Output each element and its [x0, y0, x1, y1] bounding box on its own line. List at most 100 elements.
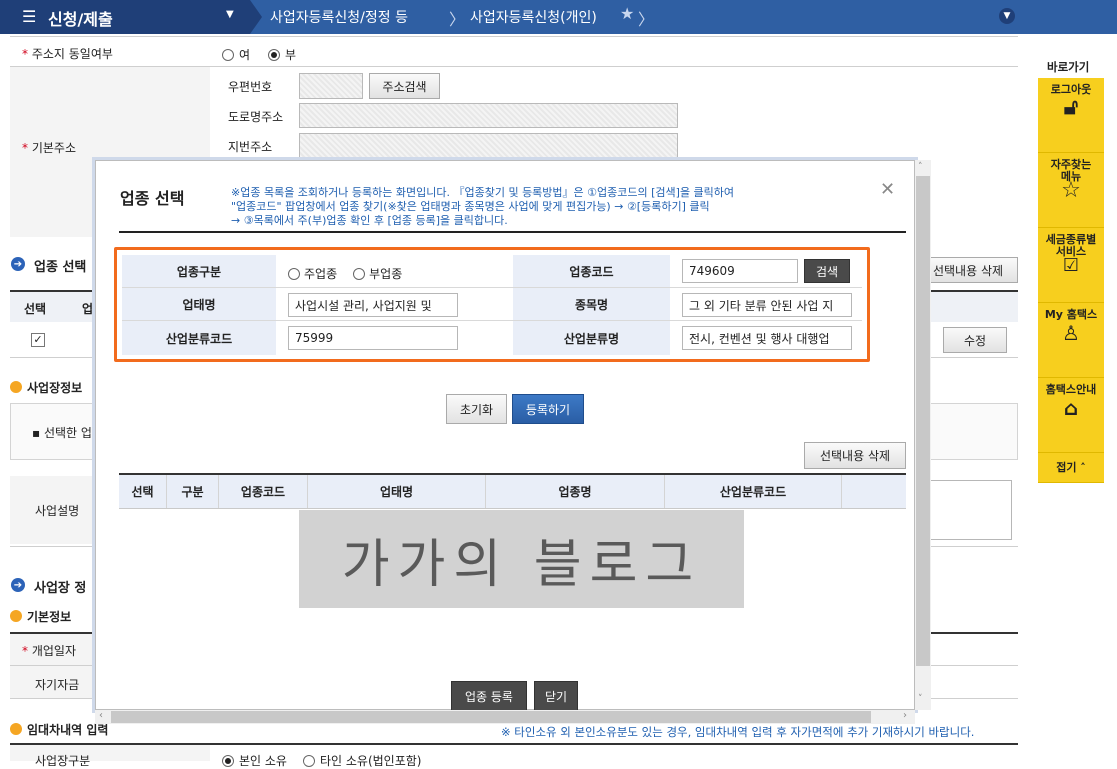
quick-hometax-guide[interactable]: 홈택스안내 ⌂ [1038, 378, 1104, 453]
watermark-text: 가가의 블로그 [341, 534, 702, 595]
modal-notice: ※업종 목록을 조회하거나 등록하는 화면입니다. 『업종찾기 및 등록방법』은… [231, 186, 871, 228]
radio-sub-type[interactable] [353, 267, 366, 280]
radio-no[interactable] [268, 48, 281, 61]
favorite-star-icon[interactable]: ★ [620, 4, 634, 23]
reset-button[interactable]: 초기화 [446, 394, 507, 424]
basic-info-title: 기본정보 [27, 610, 72, 624]
biz-info-title: 사업장정보 [27, 381, 83, 395]
industry-select-modal: 업종 선택 ※업종 목록을 조회하거나 등록하는 화면입니다. 『업종찾기 및 … [95, 160, 915, 711]
code-search-button[interactable]: 검색 [804, 259, 850, 283]
business-name-label: 업태명 [122, 288, 276, 321]
biz-section-title: 사업장 정 [34, 581, 87, 596]
industry-section-title: 업종 선택 [34, 260, 87, 275]
chevron-right-icon: 〉 [638, 10, 655, 29]
item-name-input[interactable]: 그 외 기타 분류 안된 사업 지 [682, 293, 852, 317]
bg-col-partial: 업 [82, 302, 94, 316]
home-guide-icon: ⌂ [1063, 396, 1079, 420]
scroll-down-icon[interactable]: ˅ [918, 694, 923, 704]
menu-dropdown[interactable]: ☰ 신청/제출 ▼ [0, 0, 250, 34]
section-info-icon: ➔ [11, 578, 25, 592]
modal-notice-line-1: ※업종 목록을 조회하거나 등록하는 화면입니다. 『업종찾기 및 등록방법』은… [231, 186, 735, 199]
bg-col-select: 선택 [24, 302, 47, 316]
quickbar-title: 바로가기 [1047, 60, 1090, 74]
divider [10, 36, 1018, 37]
menu-title: 신청/제출 [48, 10, 113, 29]
row-checkbox[interactable]: ✓ [31, 333, 45, 347]
scroll-thumb[interactable] [111, 711, 871, 723]
lot-address-label: 지번주소 [228, 140, 273, 154]
breadcrumb-item-individual[interactable]: 사업자등록신청(개인) [470, 7, 597, 27]
col-empty [842, 475, 906, 508]
close-button[interactable]: 닫기 [534, 681, 578, 711]
edit-button[interactable]: 수정 [943, 327, 1007, 353]
quick-my-hometax[interactable]: My 홈택스 ♙ [1038, 303, 1104, 378]
unlock-icon: 🔓︎ [1063, 95, 1079, 120]
lease-note: ※ 타인소유 외 본인소유분도 있는 경우, 임대차내역 입력 후 자가면적에 … [501, 725, 975, 739]
road-address-label: 도로명주소 [228, 110, 284, 124]
section-info-icon: ➔ [11, 257, 25, 271]
quick-collapse-button[interactable]: 접기 ˄ [1038, 453, 1104, 483]
scroll-thumb[interactable] [916, 176, 930, 666]
col-code: 업종코드 [219, 475, 308, 508]
industry-form: 업종구분 업태명 산업분류코드 업종코드 종목명 산업분류명 주업종 부업종 7… [122, 255, 862, 355]
scroll-up-icon[interactable]: ˄ [918, 162, 923, 172]
col-item-name: 업종명 [486, 475, 665, 508]
road-address-field[interactable] [299, 103, 678, 128]
industry-name-label: 산업분류명 [513, 321, 670, 355]
biz-desc-label: 사업설명 [35, 504, 80, 518]
col-select: 선택 [119, 475, 167, 508]
selected-note: ▪ 선택한 업 [32, 426, 92, 440]
quick-my-hometax-label: My 홈택스 [1044, 308, 1098, 321]
industry-code-field[interactable]: 749609 [682, 259, 798, 283]
code-label: 업종코드 [513, 255, 670, 288]
watermark-image: 가가의 블로그 [299, 510, 744, 608]
open-date-label: * 개업일자 [22, 644, 76, 658]
delete-selected-button-bg[interactable]: 선택내용 삭제 [918, 257, 1018, 283]
register-button[interactable]: 등록하기 [512, 394, 584, 424]
industry-code-label: 산업분류코드 [122, 321, 276, 355]
quick-collapse-label: 접기 ˄ [1056, 460, 1086, 474]
industry-register-button[interactable]: 업종 등록 [451, 681, 527, 711]
col-type: 구분 [167, 475, 219, 508]
row-divider [122, 287, 862, 288]
modal-vertical-scrollbar[interactable]: ˄ ˅ [915, 160, 931, 710]
lot-address-field[interactable] [299, 133, 678, 158]
expand-circle-icon[interactable]: ▼ [999, 8, 1015, 24]
row-divider [122, 320, 862, 321]
basic-address-label: * 기본주소 [22, 141, 76, 155]
modal-notice-line-2: "업종코드" 팝업창에서 업종 찾기(※찾은 업태명과 종목명은 사업에 맞게 … [231, 200, 710, 213]
caret-down-icon[interactable]: ▼ [226, 9, 234, 20]
quick-logout[interactable]: 로그아웃 🔓︎ [1038, 78, 1104, 153]
postal-code-label: 우편번호 [228, 80, 273, 94]
modal-notice-line-3: → ③목록에서 주(부)업종 확인 후 [업종 등록]을 클릭합니다. [231, 214, 508, 227]
section-bullet-icon [10, 381, 22, 393]
chevron-right-icon: 〉 [449, 10, 466, 29]
quick-favorite-menu[interactable]: 자주찾는 메뉴 ☆ [1038, 153, 1104, 228]
business-name-input[interactable]: 사업시설 관리, 사업지원 및 [288, 293, 458, 317]
quick-tax-service[interactable]: 세금종류별 서비스 ☑ [1038, 228, 1104, 303]
industry-class-code-input[interactable]: 75999 [288, 326, 458, 350]
address-same-label: * 주소지 동일여부 [22, 47, 113, 61]
postal-code-field[interactable] [299, 73, 363, 99]
breadcrumb-item-registration[interactable]: 사업자등록신청/정정 등 [270, 7, 408, 27]
delete-selected-button[interactable]: 선택내용 삭제 [804, 442, 906, 469]
address-search-button[interactable]: 주소검색 [369, 73, 440, 99]
scroll-left-icon[interactable]: ‹ [99, 710, 103, 721]
hamburger-icon[interactable]: ☰ [22, 7, 36, 26]
close-icon[interactable]: ✕ [880, 179, 895, 200]
scroll-right-icon[interactable]: › [903, 710, 907, 721]
star-icon: ☆ [1061, 178, 1081, 203]
quick-link-bar: 로그아웃 🔓︎ 자주찾는 메뉴 ☆ 세금종류별 서비스 ☑ My 홈택스 ♙ 홈… [1038, 78, 1104, 483]
list-header: 선택 구분 업종코드 업태명 업종명 산업분류코드 [119, 475, 906, 509]
col-business-name: 업태명 [308, 475, 486, 508]
radio-yes-label: 여 [239, 48, 251, 62]
type-radio-group: 주업종 부업종 [288, 265, 402, 282]
radio-no-label: 부 [285, 48, 297, 62]
modal-horizontal-scrollbar[interactable]: ‹ › [95, 710, 915, 724]
industry-class-name-input[interactable]: 전시, 컨벤션 및 행사 대행업 [682, 326, 852, 350]
col-industry-class-code: 산업분류코드 [665, 475, 842, 508]
radio-main-type[interactable] [288, 267, 300, 280]
radio-yes[interactable] [222, 48, 234, 61]
top-navigation-bar: ☰ 신청/제출 ▼ 사업자등록신청/정정 등 〉 사업자등록신청(개인) ★ 〉… [0, 0, 1117, 34]
quick-guide-label: 홈택스안내 [1045, 383, 1097, 396]
